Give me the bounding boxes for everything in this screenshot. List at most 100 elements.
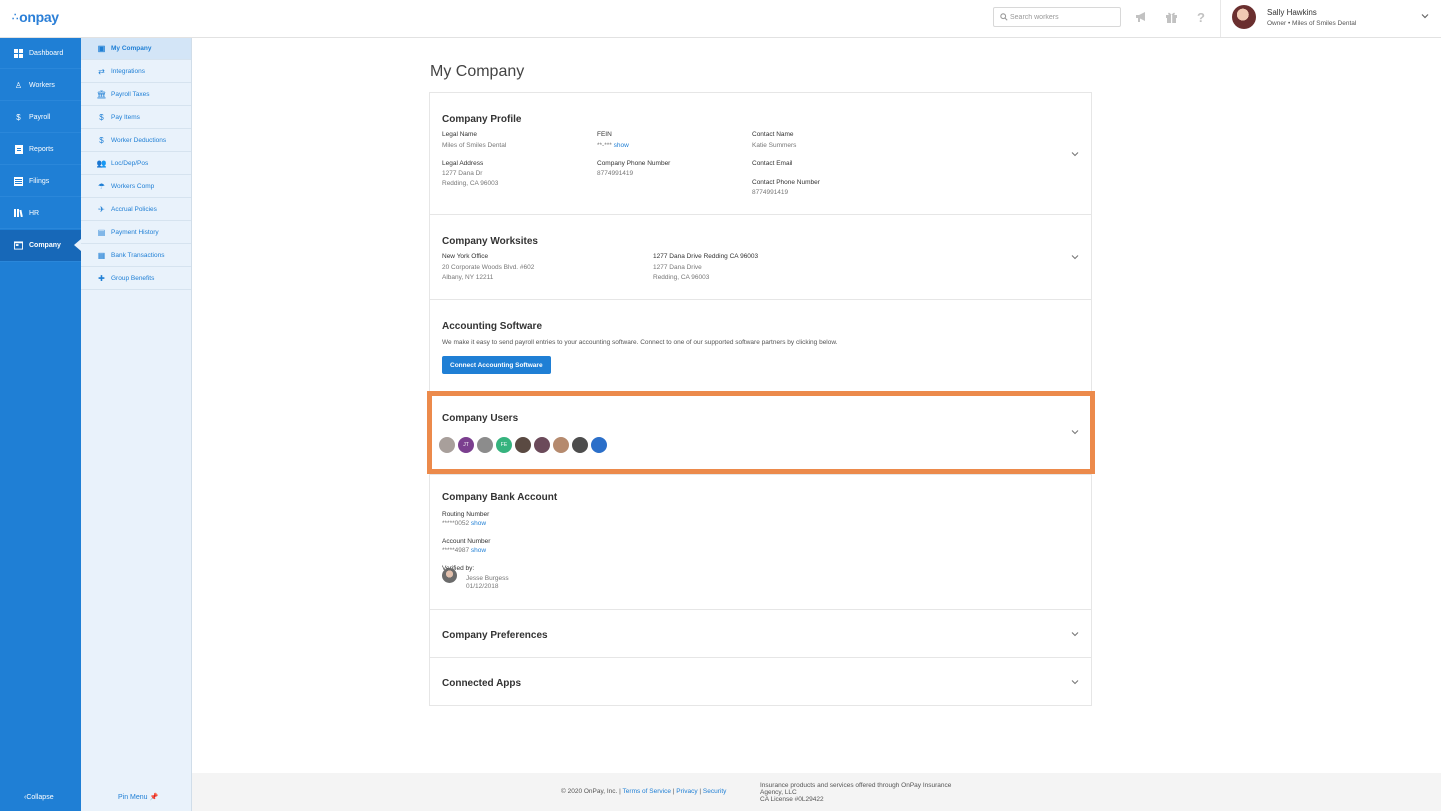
- main-nav: Dashboard ♙ Workers $ Payroll Reports Fi…: [0, 38, 81, 811]
- onpay-logo[interactable]: ∴onpay: [12, 9, 59, 25]
- worksite-name: 1277 Dana Drive Redding CA 96003: [653, 253, 759, 260]
- fein-show-link[interactable]: show: [614, 142, 629, 149]
- gift-icon[interactable]: [1164, 10, 1178, 24]
- worksite-name: New York Office: [442, 253, 489, 260]
- subnav-item-accrual-policies[interactable]: ✈ Accrual Policies: [81, 199, 191, 221]
- legal-address-label: Legal Address: [442, 160, 484, 167]
- user-role: Owner • Miles of Smiles Dental: [1267, 20, 1357, 27]
- fein-label: FEIN: [597, 131, 612, 138]
- subnav-item-my-company[interactable]: ▣ My Company: [81, 38, 191, 60]
- subnav-item-payment-history[interactable]: ▤ Payment History: [81, 222, 191, 244]
- swap-icon: ⇄: [98, 67, 105, 76]
- nav-label: Dashboard: [29, 49, 64, 57]
- nav-label: Reports: [29, 145, 54, 153]
- nav-item-company[interactable]: Company: [0, 230, 81, 262]
- subnav-label: Workers Comp: [111, 183, 155, 190]
- company-icon: ▣: [97, 44, 106, 53]
- pin-menu-label: Pin Menu: [118, 794, 148, 801]
- users-icon: 👥: [96, 159, 107, 168]
- dashboard-icon: [14, 48, 23, 58]
- subnav-item-loc-dep-pos[interactable]: 👥 Loc/Dep/Pos: [81, 153, 191, 175]
- announcements-icon[interactable]: [1134, 10, 1148, 24]
- reports-icon: [14, 144, 23, 154]
- contact-phone-value: 8774991419: [752, 189, 789, 196]
- contact-phone-label: Contact Phone Number: [752, 179, 820, 186]
- worksite-address-line2: Albany, NY 12211: [442, 274, 494, 281]
- phone-value: 8774991419: [597, 170, 634, 177]
- search-box[interactable]: [993, 7, 1121, 27]
- nav-item-dashboard[interactable]: Dashboard: [0, 38, 81, 69]
- worksite-address-line1: 20 Corporate Woods Blvd. #602: [442, 264, 535, 271]
- connected-apps-card[interactable]: Connected Apps: [429, 658, 1092, 706]
- bank-icon: 🏛: [96, 90, 107, 99]
- subnav-label: Accrual Policies: [111, 206, 157, 213]
- user-menu[interactable]: Sally Hawkins Owner • Miles of Smiles De…: [1220, 0, 1441, 37]
- highlight-box: [427, 391, 1095, 474]
- chevron-down-icon[interactable]: [1071, 253, 1079, 261]
- document-icon: ▤: [97, 228, 106, 237]
- worksite-address-line2: Redding, CA 96003: [653, 274, 710, 281]
- collapse-button[interactable]: ‹Collapse: [24, 794, 54, 801]
- nav-item-filings[interactable]: Filings: [0, 166, 81, 197]
- subnav-item-workers-comp[interactable]: ☂ Workers Comp: [81, 176, 191, 198]
- verified-date: 01/12/2018: [466, 583, 499, 590]
- pin-menu-button[interactable]: Pin Menu 📌: [118, 793, 158, 801]
- chevron-down-icon[interactable]: [1071, 150, 1079, 158]
- security-link[interactable]: Security: [703, 788, 726, 795]
- fein-masked: **-***: [597, 142, 612, 149]
- dollar-icon: $: [99, 136, 104, 145]
- benefits-icon: ✚: [98, 274, 105, 283]
- subnav-item-pay-items[interactable]: $ Pay Items: [81, 107, 191, 129]
- page-title: My Company: [430, 63, 525, 80]
- contact-email-label: Contact Email: [752, 160, 793, 167]
- account-show-link[interactable]: show: [471, 547, 486, 554]
- routing-show-link[interactable]: show: [471, 520, 486, 527]
- workers-icon: ♙: [14, 80, 23, 90]
- search-input[interactable]: [1010, 9, 1118, 25]
- terms-link[interactable]: Terms of Service: [623, 788, 671, 795]
- card-title: Connected Apps: [442, 678, 522, 689]
- hr-icon: [14, 209, 23, 218]
- subnav-item-payroll-taxes[interactable]: 🏛 Payroll Taxes: [81, 84, 191, 106]
- subnav-item-integrations[interactable]: ⇄ Integrations: [81, 61, 191, 83]
- company-worksites-card[interactable]: Company Worksites New York Office 20 Cor…: [429, 215, 1092, 300]
- legal-name-label: Legal Name: [442, 131, 478, 138]
- subnav-label: Integrations: [111, 68, 145, 75]
- dollar-icon: $: [99, 113, 104, 122]
- chevron-down-icon[interactable]: [1071, 678, 1079, 686]
- footer-copyright: © 2020 OnPay, Inc. | Terms of Service | …: [561, 788, 726, 795]
- company-profile-card[interactable]: Company Profile Legal Name Miles of Smil…: [429, 92, 1092, 215]
- subnav-item-group-benefits[interactable]: ✚ Group Benefits: [81, 268, 191, 290]
- separator: |: [699, 788, 702, 795]
- nav-item-workers[interactable]: ♙ Workers: [0, 70, 81, 101]
- nav-label: Workers: [29, 81, 55, 89]
- nav-item-payroll[interactable]: $ Payroll: [0, 102, 81, 133]
- footer-insurance: Insurance products and services offered …: [760, 782, 970, 803]
- subnav-item-bank-transactions[interactable]: ▦ Bank Transactions: [81, 245, 191, 267]
- fein-value: **-*** show: [597, 141, 629, 151]
- nav-item-hr[interactable]: HR: [0, 198, 81, 229]
- routing-number-value: *****0052 show: [442, 519, 486, 529]
- help-icon[interactable]: ?: [1194, 10, 1208, 25]
- privacy-link[interactable]: Privacy: [676, 788, 697, 795]
- copyright-text: © 2020 OnPay, Inc. |: [561, 788, 621, 795]
- nav-label: Payroll: [29, 113, 51, 121]
- company-bank-account-card: Company Bank Account Routing Number ****…: [429, 475, 1092, 610]
- plane-icon: ✈: [98, 205, 105, 214]
- nav-label: Filings: [29, 177, 50, 185]
- user-name: Sally Hawkins: [1267, 8, 1317, 17]
- company-subnav: ▣ My Company ⇄ Integrations 🏛 Payroll Taxes…: [81, 38, 192, 811]
- subnav-label: Payment History: [111, 229, 159, 236]
- chevron-down-icon[interactable]: [1071, 630, 1079, 638]
- chevron-down-icon[interactable]: [1421, 12, 1429, 20]
- nav-item-reports[interactable]: Reports: [0, 134, 81, 165]
- subnav-item-worker-deductions[interactable]: $ Worker Deductions: [81, 130, 191, 152]
- insurance-line1: Insurance products and services offered …: [760, 782, 952, 789]
- filings-icon: [14, 176, 23, 186]
- search-icon: [1000, 13, 1008, 21]
- insurance-line2: Agency, LLC: [760, 789, 797, 796]
- connect-accounting-software-button[interactable]: Connect Accounting Software: [442, 356, 551, 374]
- nav-label: Company: [29, 242, 61, 249]
- company-preferences-card[interactable]: Company Preferences: [429, 610, 1092, 658]
- account-masked: *****4987: [442, 547, 470, 554]
